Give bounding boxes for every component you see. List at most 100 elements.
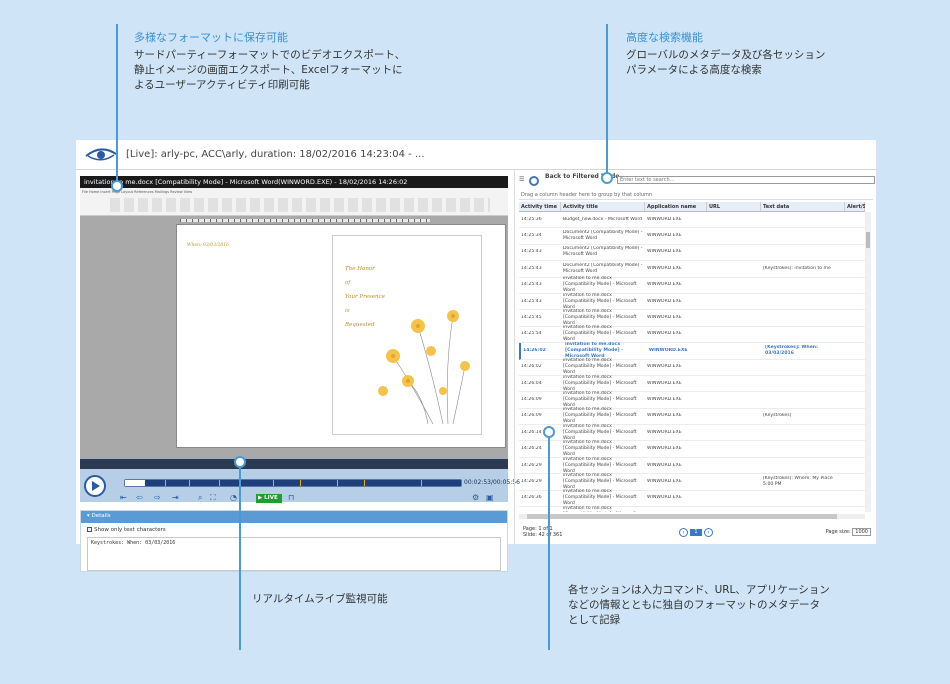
vertical-scrollbar[interactable] bbox=[865, 212, 871, 512]
cell-time: 14:25:43 bbox=[521, 298, 542, 304]
details-header[interactable]: ▾ Details bbox=[81, 511, 507, 523]
callout-formats: 多様なフォーマットに保存可能 サードパーティーフォーマットでのビデオエクスポート… bbox=[134, 30, 405, 93]
grid-menu-icon[interactable]: ☰ bbox=[519, 176, 524, 183]
previous-button[interactable]: ⇦ bbox=[136, 493, 143, 502]
back-filter-icon[interactable] bbox=[529, 176, 539, 186]
show-only-text-option[interactable]: Show only text characters bbox=[81, 523, 507, 537]
next-button[interactable]: ⇨ bbox=[154, 493, 161, 502]
page-size-label: Page size: bbox=[825, 529, 851, 535]
player-controls: 00:02:53/00:05:56 ⇤ ⇦ ⇨ ⇥ ⌕ ⛶ ◔ ▶ LIVE ⊓… bbox=[80, 458, 520, 503]
invitation-card: The Honor of Your Presence is Requested bbox=[332, 235, 482, 435]
lock-icon[interactable]: ⊓ bbox=[288, 493, 294, 502]
callout-metadata-line: として記録 bbox=[568, 614, 621, 626]
table-row[interactable]: 14:26:09 invitation to me.docx [Compatibi… bbox=[519, 391, 865, 409]
cell-app: WINWORD.EXE bbox=[647, 216, 682, 222]
fit-screen-icon[interactable]: ⛶ bbox=[210, 493, 216, 503]
ruler bbox=[180, 219, 430, 222]
show-only-text-checkbox[interactable] bbox=[87, 527, 92, 532]
cell-time: 14:25:43 bbox=[521, 249, 542, 255]
table-row[interactable]: 14:26:02 invitation to me.docx [Compatibi… bbox=[519, 358, 865, 376]
activity-grid-panel: ☰ Back to Filtered Mode Drag a column he… bbox=[514, 170, 876, 544]
cell-app: WINWORD.EXE bbox=[647, 478, 682, 484]
cell-time: 14:25:34 bbox=[521, 233, 542, 239]
play-icon bbox=[92, 481, 100, 491]
cell-app: WINWORD.EXE bbox=[649, 347, 688, 353]
cell-time: 14:26:02 bbox=[521, 364, 542, 370]
current-page[interactable]: 1 bbox=[690, 529, 702, 536]
column-header[interactable]: Text data bbox=[761, 202, 845, 211]
settings-icon[interactable]: ⚙ bbox=[472, 493, 479, 502]
cell-text: [Keystrokes]: Where: My Place 5:00 PM bbox=[763, 475, 833, 487]
column-header[interactable]: Alert/Sy bbox=[845, 202, 865, 211]
table-row[interactable]: 14:25:43 Document2 [Compatibility Mode] -… bbox=[519, 245, 865, 262]
callout-dot bbox=[601, 172, 613, 184]
column-header[interactable]: Activity time bbox=[519, 202, 561, 211]
playback-timeline[interactable] bbox=[124, 479, 462, 487]
session-title: [Live]: arly-pc, ACC\arly, duration: 18/… bbox=[126, 149, 425, 160]
cell-time: 14:26:02 bbox=[523, 347, 546, 353]
next-page-button[interactable]: › bbox=[704, 528, 713, 537]
details-text-box[interactable]: Keystrokes: When: 03/03/2016 bbox=[87, 537, 501, 571]
table-row[interactable]: 14:26:29 invitation to me.docx [Compatibi… bbox=[519, 473, 865, 491]
live-button[interactable]: ▶ LIVE bbox=[256, 494, 282, 503]
page-info: Page: 1 of 1 Slide: 42 of 361 bbox=[523, 526, 562, 538]
cell-time: 14:26:09 bbox=[521, 396, 542, 402]
callout-live-line: リアルタイムライブ監視可能 bbox=[252, 593, 388, 605]
export-icon[interactable]: ▣ bbox=[486, 493, 494, 502]
screen-player: invitation to me.docx [Compatibility Mod… bbox=[80, 176, 520, 572]
cell-app: WINWORD.EXE bbox=[647, 413, 682, 419]
page-size: Page size: 1000 bbox=[826, 528, 871, 536]
search-input[interactable] bbox=[617, 176, 875, 184]
callout-search: 高度な検索機能 グローバルのメタデータ及び各セッション パラメータによる高度な検… bbox=[626, 30, 825, 78]
cell-title: invitation to me.docx [Compatibility Mod… bbox=[563, 358, 637, 376]
pagination-bar: Page: 1 of 1 Slide: 42 of 361 ‹ 1 › Page… bbox=[519, 524, 875, 542]
skip-first-button[interactable]: ⇤ bbox=[120, 493, 127, 502]
play-button[interactable] bbox=[84, 475, 106, 497]
table-row[interactable]: 14:25:43 invitation to me.docx [Compatibi… bbox=[519, 276, 865, 294]
speed-icon[interactable]: ◔ bbox=[230, 493, 237, 502]
cell-title: invitation to me.docx [Compatibility Mod… bbox=[563, 440, 637, 458]
column-header[interactable]: Application name bbox=[645, 202, 707, 211]
cell-time: 14:26:24 bbox=[521, 446, 542, 452]
table-row[interactable]: 14:26:02 invitation to me.docx [Compatibi… bbox=[519, 341, 865, 360]
group-by-hint: Drag a column header here to group by th… bbox=[519, 190, 873, 200]
horizontal-scrollbar[interactable] bbox=[519, 514, 865, 519]
table-row[interactable]: 14:25:43 Document2 [Compatibility Mode] -… bbox=[519, 261, 865, 278]
table-row[interactable]: 14:26:09 invitation to me.docx [Compatibi… bbox=[519, 407, 865, 426]
table-row[interactable]: 14:26:24 invitation to me.docx [Compatibi… bbox=[519, 440, 865, 458]
poem-line: The Honor bbox=[345, 266, 375, 272]
table-row[interactable]: 14:26:29 invitation to me.docx [Compatibi… bbox=[519, 457, 865, 475]
callout-line bbox=[606, 24, 608, 178]
cell-app: WINWORD.EXE bbox=[647, 462, 682, 468]
table-row[interactable]: 14:25:54 invitation to me.docx [Compatibi… bbox=[519, 325, 865, 344]
table-row[interactable]: 14:26:45invitation to me.docx [Compatibi… bbox=[519, 506, 865, 512]
table-row[interactable]: 14:25:36 Budget_new.docx - Microsoft Word… bbox=[519, 212, 865, 229]
ribbon-tools bbox=[110, 198, 490, 212]
column-header[interactable]: Activity title bbox=[561, 202, 645, 211]
scroll-thumb[interactable] bbox=[866, 232, 870, 248]
page-size-select[interactable]: 1000 bbox=[852, 528, 871, 536]
cell-time: 14:26:09 bbox=[521, 413, 542, 419]
cell-time: 14:25:36 bbox=[521, 216, 542, 222]
scroll-thumb[interactable] bbox=[527, 514, 837, 519]
prev-page-button[interactable]: ‹ bbox=[679, 528, 688, 537]
table-row[interactable]: 14:25:45 invitation to me.docx [Compatibi… bbox=[519, 309, 865, 327]
callout-metadata: 各セッションは入力コマンド、URL、アプリケーション などの情報とともに独自のフ… bbox=[568, 583, 830, 628]
table-row[interactable]: 14:25:43 invitation to me.docx [Compatibi… bbox=[519, 293, 865, 311]
callout-line bbox=[548, 432, 550, 650]
cell-title: invitation to me.docx [Compatibility Mod… bbox=[565, 341, 624, 359]
cell-time: 14:26:29 bbox=[521, 478, 542, 484]
playback-time: 00:02:53/00:05:56 bbox=[464, 479, 520, 486]
callout-search-line: グローバルのメタデータ及び各セッション bbox=[626, 49, 826, 61]
zoom-icon[interactable]: ⌕ bbox=[198, 493, 202, 503]
table-row[interactable]: 14:26:04 invitation to me.docx [Compatibi… bbox=[519, 375, 865, 393]
callout-line bbox=[116, 24, 118, 184]
table-row[interactable]: 14:25:34 Document2 [Compatibility Mode] -… bbox=[519, 228, 865, 245]
table-row[interactable]: 14:26:14 invitation to me.docx [Compatibi… bbox=[519, 424, 865, 442]
table-row[interactable]: 14:26:36 invitation to me.docx [Compatibi… bbox=[519, 489, 865, 508]
cell-text: [Keystrokes]: When: 03/03/2016 bbox=[765, 344, 818, 356]
skip-last-button[interactable]: ⇥ bbox=[172, 493, 179, 502]
cell-title: invitation to me.docx [Compatibility Mod… bbox=[563, 276, 637, 294]
column-header[interactable]: URL bbox=[707, 202, 761, 211]
cell-app: WINWORD.EXE bbox=[647, 380, 682, 386]
